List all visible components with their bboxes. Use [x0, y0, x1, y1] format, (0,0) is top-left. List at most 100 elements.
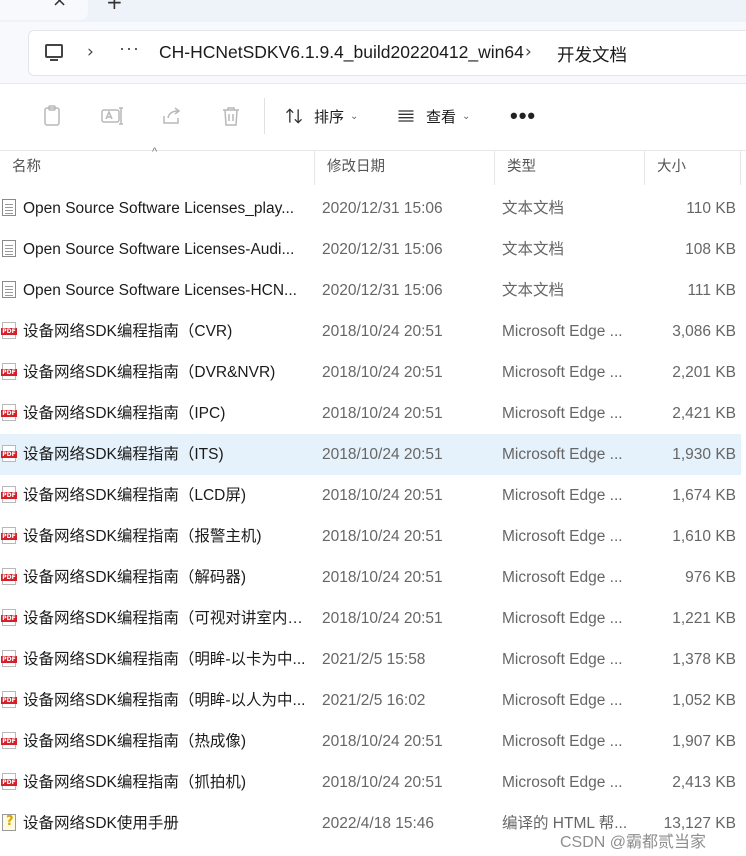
this-pc-icon[interactable] [45, 44, 63, 61]
view-icon [398, 110, 414, 122]
chevron-right-icon[interactable]: › [87, 42, 94, 62]
file-date-modified: 2018/10/24 20:51 [322, 487, 443, 504]
file-date-modified: 2018/10/24 20:51 [322, 610, 443, 627]
paste-icon[interactable] [40, 104, 64, 128]
chevron-down-icon: ⌄ [350, 110, 359, 122]
file-type: Microsoft Edge ... [502, 774, 623, 791]
file-name: 设备网络SDK编程指南（ITS) [23, 446, 224, 463]
file-row[interactable]: PDF 设备网络SDK编程指南（IPC) 2018/10/24 20:51 Micro… [0, 393, 741, 434]
file-size: 976 KB [685, 569, 736, 586]
file-row[interactable]: PDF 设备网络SDK编程指南（热成像) 2018/10/24 20:51 Micro… [0, 721, 741, 762]
file-size: 1,930 KB [672, 446, 736, 463]
tab-strip: × + [0, 0, 746, 22]
file-size: 110 KB [686, 200, 736, 217]
file-row[interactable]: Open Source Software Licenses-Audi... 202… [0, 229, 741, 270]
file-type: Microsoft Edge ... [502, 405, 623, 422]
file-date-modified: 2018/10/24 20:51 [322, 774, 443, 791]
file-type: Microsoft Edge ... [502, 651, 623, 668]
file-type: Microsoft Edge ... [502, 733, 623, 750]
file-type: Microsoft Edge ... [502, 323, 623, 340]
chevron-right-icon[interactable]: › [525, 42, 532, 62]
file-type: 文本文档 [502, 200, 565, 217]
file-date-modified: 2018/10/24 20:51 [322, 569, 443, 586]
toolbar-divider [264, 98, 265, 134]
file-row[interactable]: PDF 设备网络SDK编程指南（抓拍机) 2018/10/24 20:51 Micro… [0, 762, 741, 803]
file-name: 设备网络SDK编程指南（DVR&NVR) [23, 364, 276, 381]
file-name: 设备网络SDK编程指南（LCD屏) [23, 487, 247, 504]
view-button[interactable]: 查看 ⌄ [396, 102, 470, 130]
file-row[interactable]: PDF 设备网络SDK编程指南（可视对讲室内机... 2018/10/24 20:5… [0, 598, 741, 639]
breadcrumb-more-icon[interactable]: ··· [119, 38, 140, 59]
file-date-modified: 2018/10/24 20:51 [322, 323, 443, 340]
file-name: 设备网络SDK编程指南（明眸-以人为中... [23, 692, 306, 709]
file-type: Microsoft Edge ... [502, 692, 623, 709]
file-name: 设备网络SDK编程指南（可视对讲室内机... [23, 610, 307, 627]
file-date-modified: 2018/10/24 20:51 [322, 364, 443, 381]
more-options-button[interactable]: ••• [510, 103, 536, 129]
active-tab[interactable] [0, 0, 88, 20]
breadcrumb-sdk-folder[interactable]: CH-HCNetSDKV6.1.9.4_build20220412_win64 [159, 42, 524, 63]
sort-icon [286, 108, 302, 124]
column-size[interactable]: 大小 [645, 151, 741, 185]
file-size: 1,610 KB [672, 528, 736, 545]
pdf-file-icon: PDF [1, 404, 17, 421]
pdf-file-icon: PDF [1, 609, 17, 626]
file-name: 设备网络SDK编程指南（报警主机) [23, 528, 262, 545]
file-size: 2,421 KB [672, 405, 736, 422]
delete-icon[interactable] [219, 104, 243, 128]
file-row[interactable]: Open Source Software Licenses-HCN... 2020… [0, 270, 741, 311]
column-type[interactable]: 类型 [495, 151, 645, 185]
file-type: Microsoft Edge ... [502, 569, 623, 586]
share-icon[interactable] [160, 104, 184, 128]
column-name[interactable]: 名称 [0, 151, 315, 185]
column-header: ^ 名称 修改日期 类型 大小 [0, 146, 746, 185]
file-type: 文本文档 [502, 241, 565, 258]
new-tab-icon[interactable]: + [106, 0, 123, 14]
pdf-file-icon: PDF [1, 650, 17, 667]
view-label: 查看 [426, 108, 457, 126]
file-type: Microsoft Edge ... [502, 528, 623, 545]
file-row[interactable]: PDF 设备网络SDK编程指南（ITS) 2018/10/24 20:51 Micro… [0, 434, 741, 475]
file-row[interactable]: PDF 设备网络SDK编程指南（报警主机) 2018/10/24 20:51 Micr… [0, 516, 741, 557]
file-date-modified: 2021/2/5 15:58 [322, 651, 426, 668]
file-size: 108 KB [685, 241, 736, 258]
pdf-file-icon: PDF [1, 363, 17, 380]
watermark: CSDN @霸都贰当家 [560, 834, 707, 851]
file-name: 设备网络SDK编程指南（热成像) [23, 733, 247, 750]
sort-label: 排序 [314, 108, 345, 126]
file-date-modified: 2018/10/24 20:51 [322, 446, 443, 463]
file-row[interactable]: Open Source Software Licenses_play... 202… [0, 188, 741, 229]
file-name: Open Source Software Licenses-Audi... [23, 241, 295, 258]
file-row[interactable]: PDF 设备网络SDK编程指南（明眸-以卡为中... 2021/2/5 15:58 M… [0, 639, 741, 680]
file-type: Microsoft Edge ... [502, 364, 623, 381]
file-size: 2,413 KB [672, 774, 736, 791]
file-name: Open Source Software Licenses_play... [23, 200, 295, 217]
file-date-modified: 2022/4/18 15:46 [322, 815, 435, 832]
chm-help-file-icon: ? [2, 814, 16, 831]
file-size: 3,086 KB [672, 323, 736, 340]
command-bar: 排序 ⌄ 查看 ⌄ ••• [0, 84, 746, 150]
pdf-file-icon: PDF [1, 691, 17, 708]
file-name: 设备网络SDK编程指南（CVR) [23, 323, 233, 340]
file-name: 设备网络SDK编程指南（明眸-以卡为中... [23, 651, 306, 668]
file-date-modified: 2021/2/5 16:02 [322, 692, 426, 709]
file-size: 1,378 KB [672, 651, 736, 668]
pdf-file-icon: PDF [1, 527, 17, 544]
file-date-modified: 2020/12/31 15:06 [322, 282, 443, 299]
file-name: Open Source Software Licenses-HCN... [23, 282, 297, 299]
breadcrumb-current-folder[interactable]: 开发文档 [557, 42, 627, 67]
file-row[interactable]: PDF 设备网络SDK编程指南（DVR&NVR) 2018/10/24 20:51 M… [0, 352, 741, 393]
column-date-modified[interactable]: 修改日期 [315, 151, 495, 185]
file-name: 设备网络SDK编程指南（IPC) [23, 405, 226, 422]
file-row[interactable]: PDF 设备网络SDK编程指南（解码器) 2018/10/24 20:51 Micro… [0, 557, 741, 598]
close-tab-icon[interactable]: × [52, 0, 67, 11]
address-bar[interactable]: › ··· CH-HCNetSDKV6.1.9.4_build20220412_… [28, 30, 746, 76]
text-file-icon [2, 281, 16, 298]
file-date-modified: 2020/12/31 15:06 [322, 241, 443, 258]
rename-icon[interactable] [100, 104, 124, 128]
sort-button[interactable]: 排序 ⌄ [284, 102, 358, 130]
file-row[interactable]: PDF 设备网络SDK编程指南（LCD屏) 2018/10/24 20:51 Micr… [0, 475, 741, 516]
pdf-file-icon: PDF [1, 568, 17, 585]
file-row[interactable]: PDF 设备网络SDK编程指南（CVR) 2018/10/24 20:51 Micro… [0, 311, 741, 352]
file-row[interactable]: PDF 设备网络SDK编程指南（明眸-以人为中... 2021/2/5 16:02 M… [0, 680, 741, 721]
